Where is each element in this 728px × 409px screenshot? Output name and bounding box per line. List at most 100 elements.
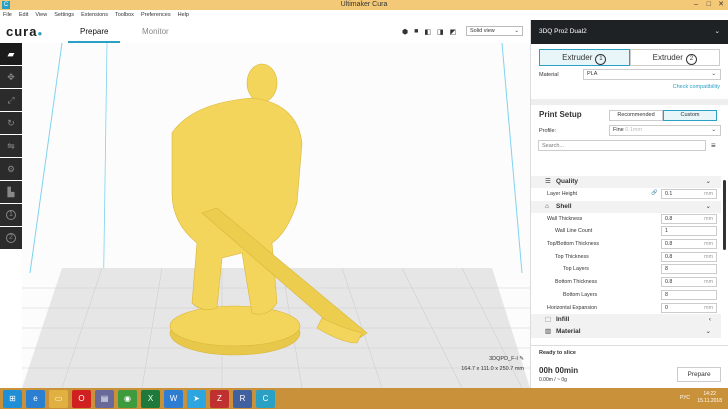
open-file-icon[interactable]: ▰ (0, 43, 22, 65)
view-top-icon[interactable]: ◧ (424, 28, 431, 36)
minimize-button[interactable]: – (694, 0, 698, 10)
language-indicator[interactable]: РУС (680, 395, 690, 401)
setting-input[interactable]: 0.1 mm (661, 189, 717, 199)
setting-input[interactable]: 0.8 mm (661, 251, 717, 262)
move-tool-icon[interactable]: ✥ (0, 66, 22, 88)
edit-name-icon[interactable]: ✎ (519, 356, 524, 362)
scale-tool-icon[interactable]: ⤢ (0, 89, 22, 111)
setting-value: 0.8 (665, 215, 673, 222)
window-title: Ultimaker Cura (340, 1, 388, 8)
setting-name: Bottom Thickness (555, 279, 597, 286)
extruder-2-tab[interactable]: Extruder 2 (629, 49, 720, 66)
link-icon[interactable]: 🔗 (651, 190, 658, 196)
setting-value: 0.1 (665, 191, 673, 197)
material-select[interactable]: PLA ⌄ (583, 69, 721, 80)
settings-search-input[interactable] (538, 140, 706, 151)
telegram-icon[interactable]: ➤ (187, 389, 206, 408)
left-toolbar: ▰ ✥ ⤢ ↻ ⇋ ⚙ ▙ 1 2 (0, 43, 22, 388)
setting-row: Top Thickness 0.8 mm (531, 251, 721, 264)
recommended-mode-button[interactable]: Recommended (609, 110, 663, 121)
app-icon[interactable]: ▤ (95, 389, 114, 408)
chrome-icon[interactable]: ◉ (118, 389, 137, 408)
build-plate-viewport[interactable]: 3DQPD_F-I ✎ 164.7 x 111.0 x 250.7 mm (22, 43, 530, 388)
setting-unit: mm (704, 304, 713, 311)
cura-taskbar-icon[interactable]: C (256, 389, 275, 408)
settings-menu-icon[interactable]: ≡ (711, 141, 716, 150)
view-front-icon[interactable]: ■ (414, 28, 418, 36)
setting-unit: mm (704, 253, 713, 260)
menu-toolbox[interactable]: Toolbox (115, 10, 134, 21)
print-time: 00h 00min (539, 366, 579, 375)
menu-view[interactable]: View (35, 10, 47, 21)
setting-value: 1 (665, 228, 668, 235)
setting-input[interactable]: 8 (661, 289, 717, 300)
settings-scrollbar[interactable] (723, 180, 726, 250)
setting-value: 0 (665, 304, 668, 311)
setting-name: Top/Bottom Thickness (547, 241, 600, 248)
view-right-icon[interactable]: ◩ (450, 28, 457, 36)
chevron-down-icon: ⌄ (711, 71, 716, 77)
r-app-icon[interactable]: R (233, 389, 252, 408)
start-icon[interactable]: ⊞ (3, 389, 22, 408)
menu-edit[interactable]: Edit (19, 10, 28, 21)
support-blocker-icon[interactable]: ▙ (0, 181, 22, 203)
header: cura● Prepare Monitor ⬢ ■ ◧ ◨ ◩ Solid vi… (0, 21, 530, 43)
per-model-settings-icon[interactable]: ⚙ (0, 158, 22, 180)
setting-input[interactable]: 0.8 mm (661, 277, 717, 288)
setting-value: 0.8 (665, 253, 673, 260)
rotate-tool-icon[interactable]: ↻ (0, 112, 22, 134)
menu-bar: File Edit View Settings Extensions Toolb… (0, 10, 530, 21)
category-label: Infill (556, 316, 570, 324)
menu-preferences[interactable]: Preferences (141, 10, 171, 21)
setting-input[interactable]: 8 (661, 264, 717, 275)
excel-icon[interactable]: X (141, 389, 160, 408)
extruder-2-button[interactable]: 2 (0, 227, 22, 249)
chevron-left-icon: ‹ (708, 316, 711, 324)
setting-row: Top/Bottom Thickness 0.8 mm (531, 238, 721, 251)
extruder-label: Extruder (652, 53, 683, 62)
ie-icon[interactable]: e (26, 389, 45, 408)
z-app-icon[interactable]: Z (210, 389, 229, 408)
extruder-1-button[interactable]: 1 (0, 204, 22, 226)
machine-selector[interactable]: 3DQ Pro2 Dual2 ⌄ (531, 20, 728, 44)
maximize-button[interactable]: □ (707, 0, 711, 10)
view-mode-select[interactable]: Solid view ⌄ (466, 26, 523, 36)
check-compatibility-link[interactable]: Check compatibility (673, 84, 720, 90)
object-dimensions: 164.7 x 111.0 x 250.7 mm (461, 366, 524, 372)
tab-prepare[interactable]: Prepare (67, 27, 122, 43)
extruder-number: 1 (595, 54, 607, 65)
setting-input[interactable]: 0 mm (661, 302, 717, 313)
extruder-1-tab[interactable]: Extruder 1 (539, 49, 630, 66)
setting-row: Horizontal Expansion 0 mm (531, 302, 721, 315)
category-material[interactable]: ▥ Material ⌄ (531, 326, 721, 339)
infill-icon: ⬚ (545, 316, 552, 324)
menu-extensions[interactable]: Extensions (81, 10, 108, 21)
menu-settings[interactable]: Settings (54, 10, 74, 21)
setting-value: 8 (665, 291, 668, 298)
scene (22, 43, 530, 388)
view-mode-value: Solid view (470, 28, 495, 34)
view-left-icon[interactable]: ◨ (437, 28, 444, 36)
profile-select[interactable]: Fine 0.1mm ⌄ (609, 125, 721, 136)
opera-icon[interactable]: O (72, 389, 91, 408)
setting-input[interactable]: 0.8 mm (661, 213, 717, 224)
extruder-1-label: 1 (6, 210, 16, 220)
clock[interactable]: 14:22 15.11.2018 (697, 391, 722, 405)
build-volume-edge (501, 43, 523, 274)
mirror-tool-icon[interactable]: ⇋ (0, 135, 22, 157)
category-quality[interactable]: ☰ Quality ⌄ (531, 176, 721, 188)
menu-help[interactable]: Help (178, 10, 189, 21)
menu-file[interactable]: File (3, 10, 12, 21)
custom-mode-button[interactable]: Custom (663, 110, 717, 121)
material-value: PLA (587, 71, 598, 77)
tab-monitor[interactable]: Monitor (142, 27, 169, 36)
word-icon[interactable]: W (164, 389, 183, 408)
explorer-icon[interactable]: ▭ (49, 389, 68, 408)
setting-input[interactable]: 1 (661, 226, 717, 237)
category-infill[interactable]: ⬚ Infill ‹ (531, 314, 721, 327)
view-3d-icon[interactable]: ⬢ (402, 28, 408, 36)
category-shell[interactable]: ⌂ Shell ⌄ (531, 200, 721, 213)
prepare-button[interactable]: Prepare (677, 367, 721, 382)
setting-input[interactable]: 0.8 mm (661, 239, 717, 250)
close-button[interactable]: ✕ (718, 0, 724, 10)
